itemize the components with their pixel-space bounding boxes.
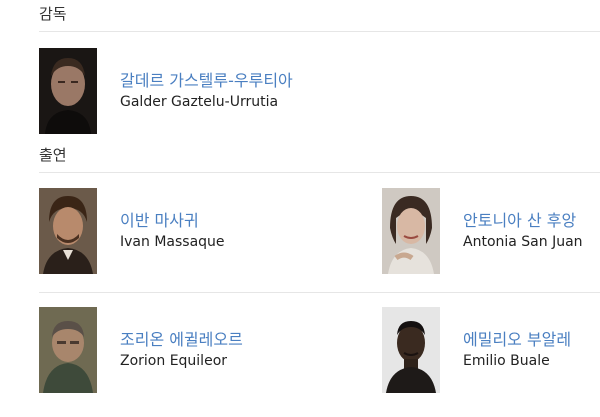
person-card-cast: 안토니아 산 후앙 Antonia San Juan <box>382 188 583 274</box>
cast-photo[interactable] <box>382 307 440 393</box>
section-divider <box>39 172 600 173</box>
person-name-link[interactable]: 갈데르 가스텔루-우루티아 <box>120 70 293 92</box>
section-title-cast: 출연 <box>39 146 67 164</box>
person-name-english: Galder Gaztelu-Urrutia <box>120 94 279 110</box>
director-photo[interactable] <box>39 48 97 134</box>
person-name-english: Zorion Equileor <box>120 353 228 369</box>
person-card-cast: 이반 마사귀 Ivan Massaque <box>39 188 225 274</box>
person-name-link[interactable]: 에밀리오 부알레 <box>463 329 571 351</box>
row-divider <box>39 292 600 293</box>
section-title-director: 감독 <box>39 5 67 23</box>
cast-photo[interactable] <box>39 307 97 393</box>
person-name-english: Emilio Buale <box>463 353 550 369</box>
section-divider <box>39 31 600 32</box>
cast-photo[interactable] <box>382 188 440 274</box>
person-name-link[interactable]: 안토니아 산 후앙 <box>463 210 583 232</box>
person-name-link[interactable]: 조리온 에귈레오르 <box>120 329 243 351</box>
person-name-english: Antonia San Juan <box>463 234 583 250</box>
person-card-cast: 에밀리오 부알레 Emilio Buale <box>382 307 571 393</box>
person-card-cast: 조리온 에귈레오르 Zorion Equileor <box>39 307 243 393</box>
cast-photo[interactable] <box>39 188 97 274</box>
person-name-link[interactable]: 이반 마사귀 <box>120 210 225 232</box>
person-card-director: 갈데르 가스텔루-우루티아 Galder Gaztelu-Urrutia <box>39 48 293 134</box>
person-name-english: Ivan Massaque <box>120 234 225 250</box>
